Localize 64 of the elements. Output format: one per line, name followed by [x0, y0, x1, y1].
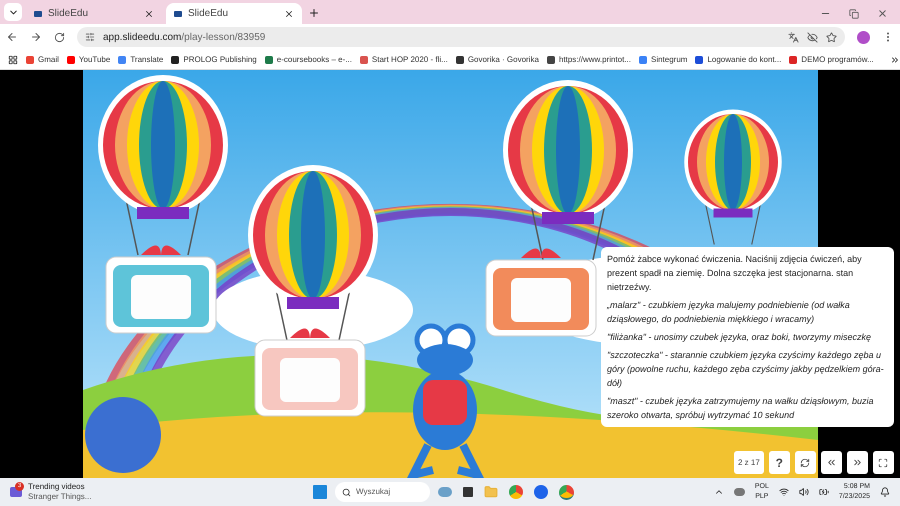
- translate-icon[interactable]: [788, 32, 799, 42]
- widget-subtitle: Stranger Things...: [28, 492, 92, 502]
- help-button[interactable]: ?: [768, 451, 790, 474]
- instruction-paragraph: „malarz" - czubkiem języka malujemy podniebienie (od wałka dziąsłowego, do podniebienia miękkiego i wracamy): [607, 299, 851, 326]
- fast-forward-icon: [852, 457, 863, 468]
- widget-title: Trending videos: [28, 482, 86, 492]
- star-icon[interactable]: [826, 32, 837, 42]
- search-input[interactable]: Wyszukaj: [356, 486, 416, 498]
- eye-off-icon[interactable]: [807, 32, 818, 42]
- chrome-icon[interactable]: [509, 485, 523, 499]
- bookmark[interactable]: Start HOP 2020 - fli...: [360, 54, 448, 66]
- browser-tab[interactable]: SlideEdu: [166, 3, 302, 24]
- close-icon[interactable]: [284, 8, 294, 18]
- wifi-icon[interactable]: [778, 487, 789, 497]
- instruction-paragraph: "maszt" - czubek języka zatrzymujemy na wałku dziąsłowym, buzia szeroko otwarta, spróbuj wytrzymać 10 sekund: [607, 395, 874, 422]
- restore-icon[interactable]: [849, 8, 859, 19]
- bookmark[interactable]: YouTube: [66, 54, 110, 66]
- rewind-icon: [826, 457, 837, 468]
- apps-icon[interactable]: [8, 54, 18, 64]
- app-icon[interactable]: [534, 485, 548, 499]
- instruction-paragraph: "szczoteczka" - starannie czubkiem języka czyścimy każdego zęba u góry (powolne ruchu, każdego zęba czyścimy jakby pędzelkiem góra-dół): [607, 349, 885, 390]
- back-icon[interactable]: [6, 31, 18, 43]
- bookmark[interactable]: PROLOG Publishing: [171, 54, 257, 66]
- bookmark[interactable]: Gmail: [26, 54, 59, 66]
- forward-icon[interactable]: [30, 31, 42, 43]
- bookmark[interactable]: DEMO programów...: [789, 54, 874, 66]
- taskbar-search-field[interactable]: Wyszukaj: [335, 482, 430, 502]
- start-icon[interactable]: [313, 485, 327, 499]
- site-settings-icon: [85, 32, 95, 42]
- instruction-paragraph: "filiżanka" - unosimy czubek języka, oraz boki, tworzymy miseczkę: [607, 331, 872, 344]
- gift-box-drawing[interactable]: [485, 248, 596, 336]
- more-bookmarks-icon[interactable]: [890, 54, 900, 64]
- slides-icon: [174, 10, 182, 16]
- url-text: app.slideedu.com/play-lesson/83959: [103, 30, 266, 44]
- bookmark[interactable]: e-coursebooks – e-...: [264, 54, 352, 66]
- address-field[interactable]: app.slideedu.com/play-lesson/83959: [77, 27, 845, 47]
- search-icon: [342, 488, 351, 496]
- browser-tab[interactable]: SlideEdu: [26, 3, 162, 24]
- gift-box-drawing[interactable]: [105, 246, 216, 334]
- slide-counter: 2 z 17: [734, 451, 764, 474]
- bookmark[interactable]: Govorika · Govorika: [456, 54, 539, 66]
- previous-button[interactable]: [820, 451, 842, 474]
- tab-title: SlideEdu: [188, 7, 230, 21]
- instruction-paragraph: Pomóż żabce wykonać ćwiczenia. Naciśnij zdjęcia ćwiczeń, aby prezent spadł na ziemię. Dolna szczęka jest stacjonarna. stan nietrzeźwy.: [607, 253, 863, 294]
- volume-icon[interactable]: [798, 487, 809, 497]
- gift-box-drawing[interactable]: [254, 328, 365, 416]
- fullscreen-button[interactable]: [872, 451, 894, 474]
- restart-button[interactable]: [794, 451, 816, 474]
- tab-list-icon[interactable]: [4, 3, 22, 21]
- bookmark[interactable]: https://www.printot...: [546, 54, 631, 66]
- next-button[interactable]: [846, 451, 868, 474]
- bookmark[interactable]: Logowanie do kont...: [695, 54, 782, 66]
- bookmark[interactable]: Translate: [118, 54, 164, 66]
- fullscreen-icon: [878, 458, 888, 468]
- chrome-icon[interactable]: [559, 484, 574, 500]
- bell-icon[interactable]: [880, 487, 890, 497]
- reload-icon[interactable]: [54, 32, 65, 42]
- refresh-icon: [800, 458, 810, 468]
- tab-title: SlideEdu: [48, 7, 90, 21]
- profile-avatar[interactable]: [857, 30, 870, 44]
- battery-icon[interactable]: [818, 487, 829, 497]
- slides-icon: [34, 10, 42, 16]
- close-icon[interactable]: [144, 8, 154, 18]
- bookmark[interactable]: Sintegrum: [638, 54, 688, 66]
